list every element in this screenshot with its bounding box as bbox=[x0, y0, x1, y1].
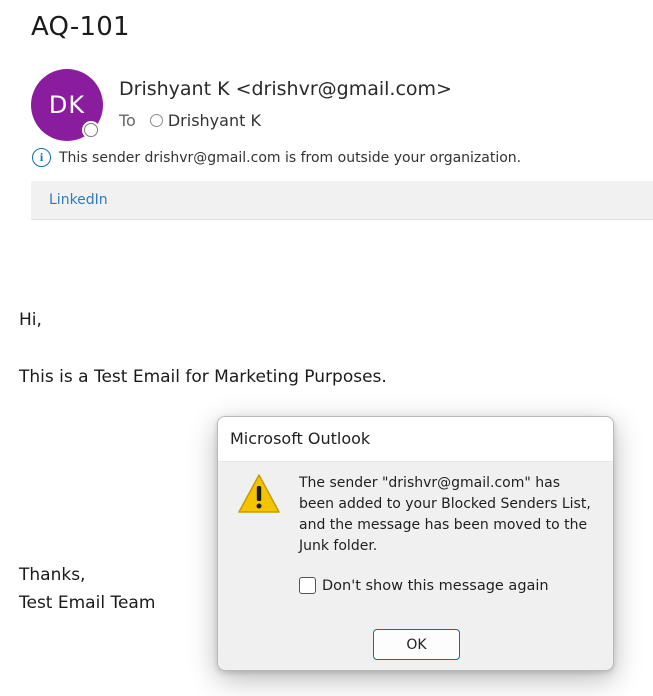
link-banner: LinkedIn bbox=[31, 181, 653, 220]
recipient-name[interactable]: Drishyant K bbox=[168, 111, 261, 130]
presence-status-icon bbox=[82, 121, 100, 139]
body-line: This is a Test Email for Marketing Purpo… bbox=[19, 367, 387, 387]
recipient-presence-icon bbox=[149, 114, 163, 127]
dont-show-again-checkbox[interactable] bbox=[299, 577, 316, 594]
recipients-row: To Drishyant K bbox=[119, 111, 261, 130]
warning-icon bbox=[238, 474, 280, 513]
body-signature: Test Email Team bbox=[19, 593, 156, 613]
checkbox-label[interactable]: Don't show this message again bbox=[322, 578, 549, 594]
external-notice-text: This sender drishvr@gmail.com is from ou… bbox=[59, 149, 522, 166]
sender-name[interactable]: Drishyant K <drishvr@gmail.com> bbox=[119, 78, 452, 100]
linkedin-link[interactable]: LinkedIn bbox=[49, 192, 108, 208]
to-label: To bbox=[119, 111, 136, 130]
external-sender-notice: i This sender drishvr@gmail.com is from … bbox=[32, 148, 521, 167]
body-signoff: Thanks, bbox=[19, 565, 86, 585]
dialog-title: Microsoft Outlook bbox=[230, 429, 371, 448]
dialog-message: The sender "drishvr@gmail.com" has been … bbox=[299, 475, 591, 554]
body-greeting: Hi, bbox=[19, 310, 42, 330]
ok-button[interactable]: OK bbox=[373, 629, 460, 660]
dont-show-again-option[interactable]: Don't show this message again bbox=[299, 577, 549, 594]
info-icon: i bbox=[32, 148, 51, 167]
dialog-titlebar[interactable]: Microsoft Outlook bbox=[218, 417, 613, 462]
blocked-sender-dialog: Microsoft Outlook The sender "drishvr@gm… bbox=[217, 416, 614, 671]
email-subject: AQ-101 bbox=[31, 12, 130, 42]
avatar-initials: DK bbox=[48, 91, 86, 119]
